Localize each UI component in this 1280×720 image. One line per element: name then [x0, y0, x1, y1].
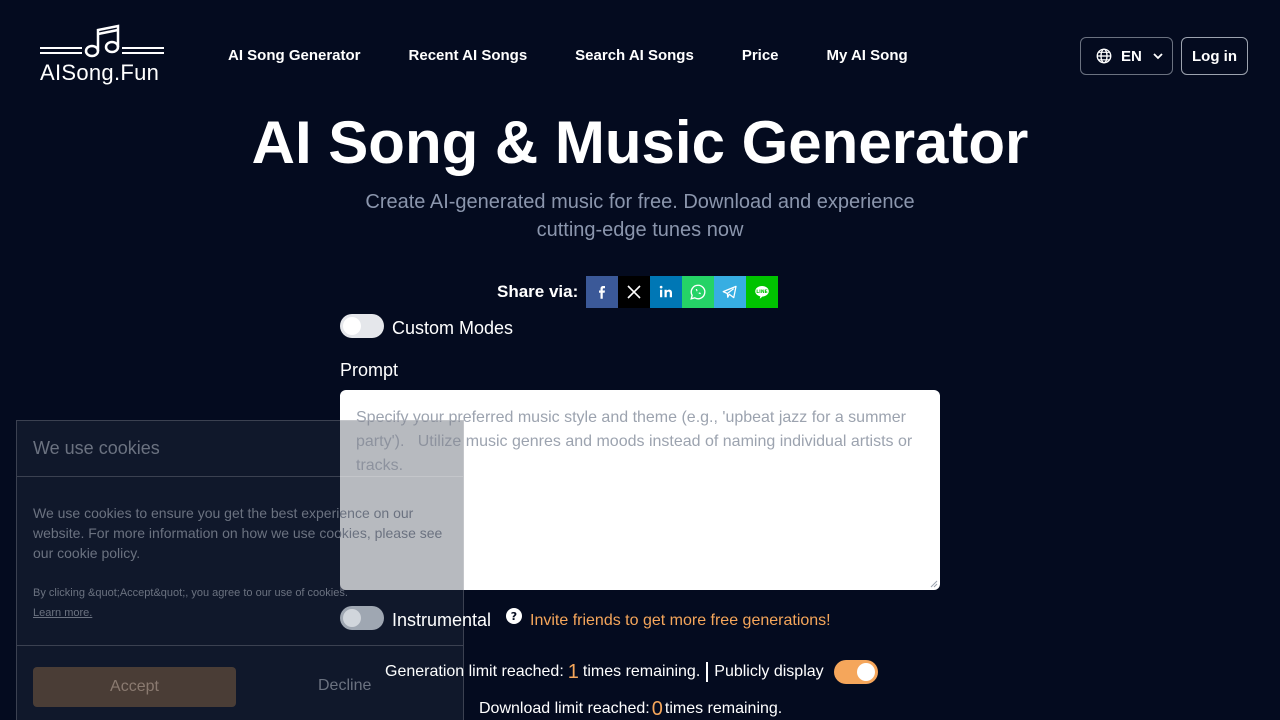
toggle-knob [343, 317, 361, 335]
cookie-body: We use cookies to ensure you get the bes… [17, 477, 463, 623]
share-whatsapp-button[interactable] [682, 276, 715, 308]
download-limit-suffix: times remaining. [664, 700, 783, 717]
language-selector[interactable]: EN [1080, 37, 1173, 75]
site-logo[interactable]: AISong.Fun [40, 22, 166, 88]
chevron-down-icon [1153, 53, 1163, 60]
public-display-toggle[interactable] [833, 660, 878, 684]
public-display-label: Publicly display [714, 663, 824, 680]
download-limit-row: Download limit reached: 0 times remainin… [479, 697, 782, 720]
login-button[interactable]: Log in [1181, 37, 1248, 75]
custom-modes-label: Custom Modes [392, 318, 514, 338]
custom-modes-toggle[interactable] [340, 314, 384, 338]
toggle-knob [856, 663, 875, 681]
cookie-small-text: By clicking &quot;Accept&quot;, you agre… [33, 587, 348, 599]
logo-text: AISong.Fun [40, 60, 160, 85]
cookie-learn-more-link[interactable]: Learn more. [33, 603, 447, 623]
question-circle-icon[interactable]: ? [506, 608, 522, 624]
share-linkedin-button[interactable] [650, 276, 683, 308]
page-title: AI Song & Music Generator [251, 109, 1029, 176]
cookie-actions: Accept Decline [17, 645, 463, 707]
share-line-button[interactable]: LINE [746, 276, 779, 308]
generation-limit-suffix: times remaining. [582, 663, 701, 680]
nav-ai-song-generator[interactable]: AI Song Generator [228, 46, 361, 66]
share-telegram-button[interactable] [714, 276, 747, 308]
share-x-button[interactable] [618, 276, 651, 308]
page-subtitle: Create AI-generated music for free. Down… [365, 191, 915, 241]
generation-limit-count: 1 [567, 660, 579, 683]
main-nav: AI Song Generator Recent AI Songs Search… [228, 46, 956, 66]
invite-friends-link[interactable]: Invite friends to get more free generati… [530, 612, 831, 630]
site-header: AISong.Fun AI Song Generator Recent AI S… [0, 0, 1280, 110]
nav-my-ai-song[interactable]: My AI Song [827, 46, 908, 66]
share-facebook-button[interactable] [586, 276, 619, 308]
line-icon: LINE [755, 286, 770, 299]
share-bar: Share via: LINE [497, 276, 779, 308]
svg-text:?: ? [511, 610, 517, 623]
cookie-text: We use cookies to ensure you get the bes… [33, 505, 443, 561]
cookie-title: We use cookies [17, 421, 463, 477]
nav-search-ai-songs[interactable]: Search AI Songs [575, 46, 694, 66]
cookie-consent-note: By clicking &quot;Accept&quot;, you agre… [33, 583, 447, 623]
cookie-decline-button[interactable]: Decline [318, 677, 371, 695]
cookie-accept-button[interactable]: Accept [33, 667, 236, 707]
svg-text:LINE: LINE [757, 289, 768, 295]
divider [706, 662, 709, 682]
facebook-icon [599, 286, 606, 299]
nav-recent-ai-songs[interactable]: Recent AI Songs [409, 46, 528, 66]
x-icon [627, 285, 641, 299]
share-label: Share via: [497, 282, 579, 301]
nav-price[interactable]: Price [742, 46, 779, 66]
linkedin-icon [660, 285, 673, 298]
language-label: EN [1121, 47, 1142, 65]
resize-grip-icon[interactable] [930, 580, 938, 588]
prompt-label: Prompt [340, 360, 399, 380]
telegram-icon [722, 285, 737, 299]
cookie-banner: We use cookies We use cookies to ensure … [16, 420, 464, 720]
globe-icon [1096, 48, 1112, 64]
whatsapp-icon [690, 284, 706, 300]
download-limit-count: 0 [651, 697, 663, 720]
download-limit-prefix: Download limit reached: [479, 700, 650, 717]
music-note-logo-icon [40, 24, 164, 58]
